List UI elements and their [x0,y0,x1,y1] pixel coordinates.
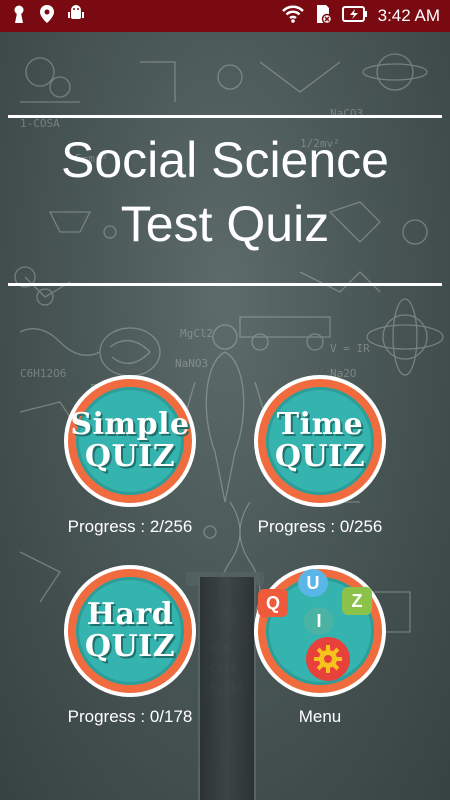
title-top-rule [8,115,442,118]
simple-quiz-sublabel: QUIZ [84,439,176,474]
wifi-icon [281,5,304,28]
time-quiz-sublabel: QUIZ [274,439,366,474]
time-quiz-button[interactable]: Time QUIZ [254,375,386,507]
svg-text:C6H12O6: C6H12O6 [20,367,66,380]
hard-quiz-button[interactable]: Hard QUIZ [64,565,196,697]
quiz-tile-u: U [298,569,328,597]
simple-quiz-badge: Simple QUIZ [70,387,189,495]
quiz-tile-z: Z [342,587,372,615]
time-quiz-badge: Time QUIZ [266,387,374,495]
battery-charging-icon [341,5,368,28]
simple-quiz-label: Simple [70,407,190,442]
hard-quiz-label: Hard [86,597,174,632]
svg-text:V = IR: V = IR [330,342,370,355]
title-bottom-rule [8,283,442,286]
time-quiz-label: Time [276,407,364,442]
clock-time: 3:42 AM [377,6,440,25]
title-line-2: Test Quiz [120,196,330,252]
simple-quiz-progress: Progress : 2/256 [67,517,193,536]
test-tube [198,577,256,800]
svg-text:MgCl2: MgCl2 [180,327,213,340]
quiz-tile-i: I [304,607,334,635]
location-pin-icon [40,4,54,28]
menu-badge: Q U Z I [258,569,374,685]
hard-quiz-badge: Hard QUIZ [76,577,184,685]
simple-quiz-button[interactable]: Simple QUIZ [64,375,196,507]
menu-button[interactable]: Q U Z I [254,565,386,697]
status-bar: 3:42 AM [0,0,450,32]
settings-gear-icon [306,637,350,681]
keyhole-icon [12,5,26,28]
hard-quiz-progress: Progress : 0/178 [67,707,193,726]
svg-text:NaNO3: NaNO3 [175,357,208,370]
menu-label: Menu [298,707,342,726]
svg-text:NaCO3: NaCO3 [330,107,363,120]
page-title: Social Science Test Quiz [0,128,450,256]
quiz-tile-q: Q [258,589,288,617]
sd-card-icon [314,4,332,29]
time-quiz-progress: Progress : 0/256 [257,517,383,536]
title-line-1: Social Science [61,132,389,188]
hard-quiz-sublabel: QUIZ [84,629,176,664]
android-debug-icon [68,4,84,28]
